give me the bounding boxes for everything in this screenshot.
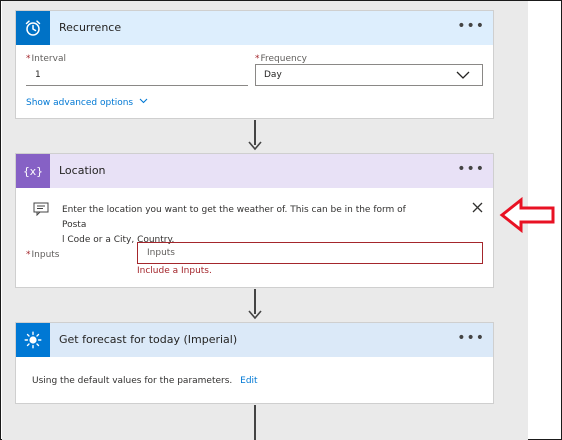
connector-arrow-icon: [248, 141, 262, 151]
arrow-left-icon: [499, 197, 555, 233]
recurrence-title: Recurrence: [59, 21, 122, 34]
defaults-text: Using the default values for the paramet…: [32, 376, 233, 386]
forecast-icon-tile: [16, 323, 50, 357]
forecast-card: Get forecast for today (Imperial) ••• Us…: [15, 322, 494, 404]
location-card-header[interactable]: {x} Location •••: [16, 154, 493, 188]
interval-label: *Interval: [26, 54, 66, 64]
recurrence-icon-tile: [16, 11, 50, 45]
screenshot-frame: Recurrence ••• *Interval 1 *Frequency Da…: [0, 0, 562, 440]
location-title: Location: [59, 164, 106, 177]
connector-arrow-icon: [248, 310, 262, 320]
alarm-clock-icon: [25, 20, 41, 36]
forecast-card-header[interactable]: Get forecast for today (Imperial) •••: [16, 323, 493, 357]
recurrence-card-header[interactable]: Recurrence •••: [16, 11, 493, 45]
flow-designer-canvas: Recurrence ••• *Interval 1 *Frequency Da…: [2, 1, 528, 440]
close-icon[interactable]: [472, 202, 483, 213]
ellipsis-icon: •••: [457, 161, 485, 177]
edit-parameters-link[interactable]: Edit: [240, 376, 257, 386]
recurrence-more-menu[interactable]: •••: [457, 11, 485, 45]
recurrence-card: Recurrence ••• *Interval 1 *Frequency Da…: [15, 10, 494, 119]
sun-icon: [24, 331, 42, 349]
comment-icon: [33, 202, 49, 216]
chevron-down-icon: [456, 71, 470, 79]
interval-input[interactable]: 1: [26, 64, 248, 86]
location-icon-tile: {x}: [16, 154, 50, 188]
inputs-field[interactable]: Inputs: [137, 242, 483, 264]
forecast-defaults: Using the default values for the paramet…: [32, 376, 258, 386]
forecast-title: Get forecast for today (Imperial): [59, 333, 238, 346]
info-message: Enter the location you want to get the w…: [16, 192, 493, 245]
ellipsis-icon: •••: [457, 18, 485, 34]
connector-line: [254, 405, 256, 440]
frequency-label: *Frequency: [255, 54, 307, 64]
inputs-error-message: Include a Inputs.: [137, 266, 212, 276]
chevron-down-icon: [139, 98, 148, 104]
inputs-label: *Inputs: [26, 250, 60, 260]
forecast-more-menu[interactable]: •••: [457, 323, 485, 357]
location-card: {x} Location ••• Enter the location you …: [15, 153, 494, 288]
show-advanced-options-link[interactable]: Show advanced options: [26, 98, 148, 108]
frequency-select[interactable]: Day: [255, 64, 483, 86]
location-more-menu[interactable]: •••: [457, 154, 485, 188]
ellipsis-icon: •••: [457, 330, 485, 346]
variable-braces-icon: {x}: [23, 164, 43, 178]
frequency-value: Day: [264, 70, 282, 80]
